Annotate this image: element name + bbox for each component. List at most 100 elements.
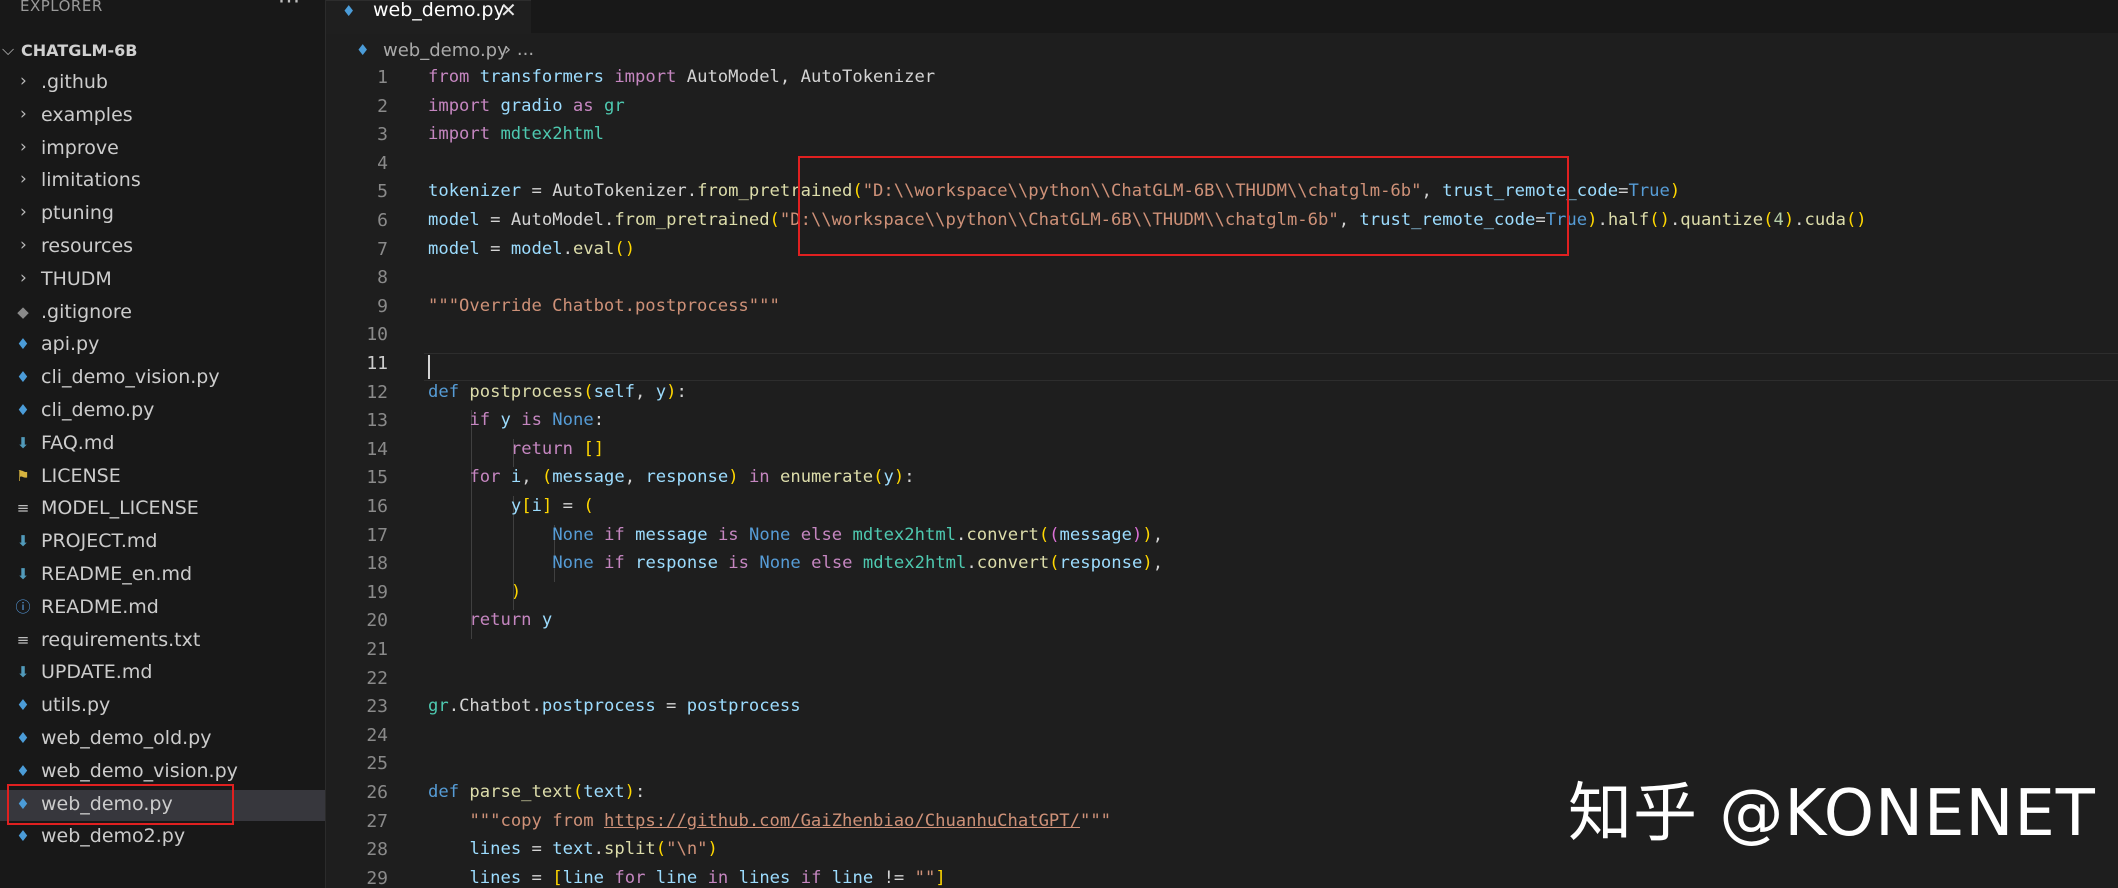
tree-item[interactable]: ≡ requirements.txt [0, 626, 325, 657]
line-number: 6 [377, 210, 388, 231]
tree-item-label: cli_demo_vision.py [41, 366, 220, 389]
tab-label: web_demo.py [373, 0, 505, 21]
code-text: def postprocess(self, y): [428, 381, 687, 402]
tree-item[interactable]: ⬇ UPDATE.md [0, 658, 325, 689]
tree-item[interactable]: ⬇ README_en.md [0, 560, 325, 591]
code-line[interactable]: 19 ) [326, 582, 2118, 611]
code-line[interactable]: 13 if y is None: [326, 410, 2118, 439]
line-number: 5 [377, 181, 388, 203]
explorer-sidebar: EXPLORER ··· ⌵ CHATGLM-6B › .github › examp… [0, 0, 326, 888]
line-number: 22 [366, 667, 388, 689]
close-icon[interactable]: ✕ [500, 0, 517, 22]
code-line[interactable]: 14 return [] [326, 439, 2118, 468]
code-line[interactable]: 20 return y [326, 610, 2118, 639]
line-number: 24 [366, 724, 388, 746]
tree-item[interactable]: ≡ MODEL_LICENSE [0, 494, 325, 525]
code-line[interactable]: 3 import mdtex2html [326, 124, 2118, 153]
code-text: y[i] = ( [510, 496, 594, 516]
tree-item[interactable]: › examples [0, 101, 325, 132]
code-line[interactable]: 9 """Override Chatbot.postprocess""" [326, 296, 2118, 325]
chevron-down-icon: ⌵ [2, 40, 15, 59]
tree-item[interactable]: ♦ web_demo2.py [0, 822, 325, 853]
line-number: 12 [366, 381, 388, 403]
tree-item-label: examples [41, 103, 133, 126]
watermark: 知乎 @KONENET [1568, 777, 2096, 851]
line-number: 15 [366, 467, 388, 489]
explorer-header: EXPLORER ··· [0, 0, 325, 22]
code-line[interactable]: 29 lines = [line for line in lines if li… [326, 868, 2118, 888]
tree-item[interactable]: ♦ utils.py [0, 691, 325, 722]
tree-item[interactable]: › resources [0, 232, 325, 263]
code-text: import gradio as gr [428, 95, 625, 116]
line-number: 28 [366, 839, 388, 861]
code-line[interactable]: 18 None if response is None else mdtex2h… [326, 553, 2118, 582]
code-text: lines = [line for line in lines if line … [469, 867, 946, 888]
code-line[interactable]: 16 y[i] = ( [326, 496, 2118, 525]
code-line[interactable]: 17 None if message is None else mdtex2ht… [326, 525, 2118, 554]
code-line[interactable]: 23 gr.Chatbot.postprocess = postprocess [326, 696, 2118, 725]
tree-item[interactable]: ⚑ LICENSE [0, 462, 325, 493]
code-text: lines = text.split("\n") [469, 839, 718, 860]
code-text: def parse_text(text): [428, 782, 646, 802]
python-icon: ♦ [16, 368, 30, 387]
markdown-icon: ⬇ [16, 532, 30, 551]
workspace-root-folder[interactable]: ⌵ CHATGLM-6B [0, 38, 325, 66]
code-line[interactable]: 24 [326, 725, 2118, 754]
tree-item-label: UPDATE.md [41, 661, 153, 684]
markdown-icon: ⬇ [16, 565, 30, 583]
code-text: """copy from https://github.com/GaiZhenb… [469, 810, 1112, 831]
chevron-right-icon: › [20, 103, 27, 124]
tree-item-label: LICENSE [41, 464, 121, 487]
code-text: return y [469, 610, 553, 631]
line-number: 17 [366, 524, 388, 546]
line-number: 9 [377, 295, 388, 317]
tree-item[interactable]: ♦ api.py [0, 330, 325, 361]
line-number: 29 [366, 867, 388, 888]
code-text: ) [510, 581, 522, 602]
text-cursor [428, 355, 430, 379]
tab-web-demo[interactable]: ♦ web_demo.py ✕ [326, 0, 531, 34]
tree-item[interactable]: ◆ .gitignore [0, 298, 325, 329]
tree-item-label: README_en.md [41, 563, 193, 585]
line-number: 20 [366, 610, 388, 632]
more-actions-icon[interactable]: ··· [278, 0, 300, 15]
python-icon: ♦ [16, 729, 30, 747]
tree-item[interactable]: ⬇ PROJECT.md [0, 527, 325, 558]
code-text: from transformers import AutoModel, Auto… [428, 67, 936, 87]
tree-item[interactable]: › limitations [0, 166, 325, 197]
tree-item[interactable]: › THUDM [0, 265, 325, 296]
code-line[interactable]: 21 [326, 639, 2118, 668]
chevron-right-icon: › [20, 169, 27, 190]
info-icon: ⓘ [15, 597, 31, 616]
line-number: 13 [366, 410, 388, 432]
tree-item[interactable]: ♦ cli_demo_vision.py [0, 363, 325, 394]
lines-icon: ≡ [16, 630, 30, 649]
code-line[interactable]: 22 [326, 668, 2118, 697]
code-line[interactable]: 15 for i, (message, response) in enumera… [326, 467, 2118, 496]
tree-item[interactable]: › .github [0, 68, 325, 99]
line-number: 16 [366, 496, 388, 517]
tree-item-label: requirements.txt [41, 628, 201, 651]
breadcrumb-file[interactable]: web_demo.py [383, 40, 508, 61]
license-icon: ⚑ [16, 466, 30, 485]
highlight-box-code [798, 156, 1569, 256]
tree-item[interactable]: ⬇ FAQ.md [0, 429, 325, 460]
code-line[interactable]: 12 def postprocess(self, y): [326, 382, 2118, 411]
chevron-right-icon: › [20, 235, 27, 255]
current-line-highlight [424, 353, 2118, 381]
code-text: """Override Chatbot.postprocess""" [428, 295, 780, 316]
tree-item[interactable]: › ptuning [0, 199, 325, 230]
line-number: 26 [366, 782, 388, 803]
code-line[interactable]: 11 [326, 353, 2118, 382]
breadcrumb-separator[interactable]: › ... [504, 39, 534, 60]
code-line[interactable]: 1 from transformers import AutoModel, Aut… [326, 67, 2118, 96]
code-text: None if message is None else mdtex2html.… [552, 524, 1164, 545]
code-line[interactable]: 8 [326, 267, 2118, 296]
code-line[interactable]: 2 import gradio as gr [326, 96, 2118, 125]
tree-item[interactable]: ♦ web_demo_old.py [0, 724, 325, 755]
tree-item-label: FAQ.md [41, 431, 115, 454]
tree-item[interactable]: › improve [0, 134, 325, 165]
tree-item[interactable]: ⓘ README.md [0, 593, 325, 624]
tree-item[interactable]: ♦ cli_demo.py [0, 396, 325, 427]
code-line[interactable]: 10 [326, 324, 2118, 353]
